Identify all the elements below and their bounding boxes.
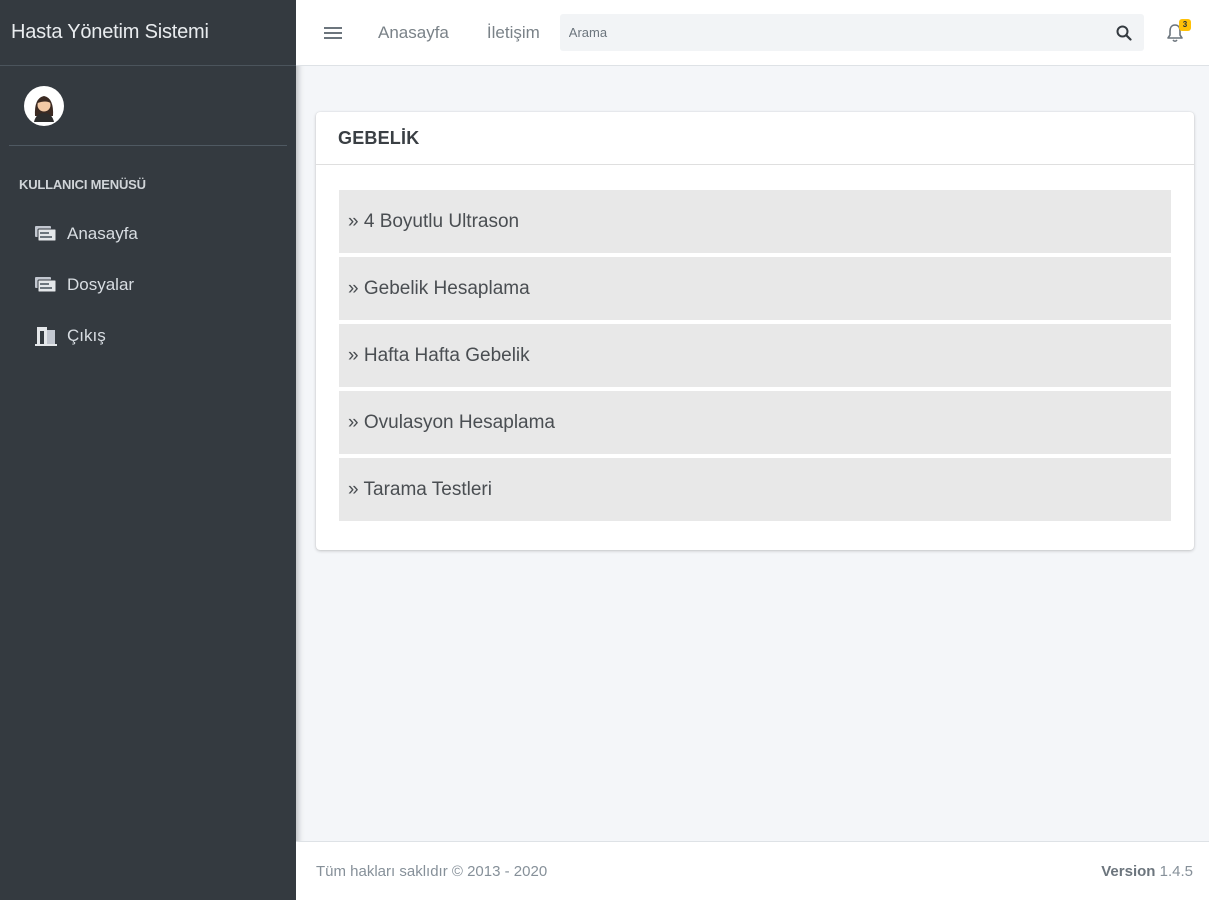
version-info: Version 1.4.5 — [1101, 863, 1193, 880]
copyright-text: Tüm hakları saklıdır © 2013 - 2020 — [316, 862, 548, 880]
notification-badge: 3 — [1179, 19, 1191, 31]
list-item-label: » Tarama Testleri — [348, 478, 492, 500]
list-item[interactable]: » Gebelik Hesaplama — [339, 257, 1171, 320]
avatar[interactable] — [24, 85, 64, 126]
sidebar-item-cikis[interactable]: Çıkış — [0, 310, 296, 361]
user-panel — [9, 66, 287, 146]
sidebar-item-label: Dosyalar — [67, 274, 135, 294]
search-input[interactable] — [559, 14, 1104, 51]
sidebar-item-dosyalar[interactable]: Dosyalar — [0, 259, 296, 310]
nav-link-iletisim[interactable]: İletişim — [487, 23, 540, 43]
door-exit-icon — [33, 325, 59, 347]
sidebar: Hasta Yönetim Sistemi KULLANICI MENÜSÜ A… — [0, 0, 296, 900]
menu-toggle-icon[interactable] — [324, 24, 342, 42]
sidebar-item-anasayfa[interactable]: Anasayfa — [0, 208, 296, 259]
content-card: GEBELİK » 4 Boyutlu Ultrason » Gebelik H… — [316, 112, 1194, 550]
search-button[interactable] — [1104, 14, 1144, 51]
footer: Tüm hakları saklıdır © 2013 - 2020 Versi… — [296, 841, 1209, 900]
search-box — [559, 14, 1144, 51]
card-title: GEBELİK — [338, 127, 420, 148]
list-item[interactable]: » Ovulasyon Hesaplama — [339, 391, 1171, 454]
list-item[interactable]: » Hafta Hafta Gebelik — [339, 324, 1171, 387]
version-label: Version — [1101, 862, 1156, 880]
sidebar-nav: Anasayfa Dosyalar Çıkış — [0, 208, 296, 361]
notifications-button[interactable]: 3 — [1166, 19, 1191, 45]
top-navbar: Anasayfa İletişim 3 — [296, 0, 1209, 66]
card-body: » 4 Boyutlu Ultrason » Gebelik Hesaplama… — [316, 165, 1194, 521]
list-item-label: » 4 Boyutlu Ultrason — [348, 210, 520, 232]
folders-icon — [33, 223, 59, 245]
search-icon — [1116, 25, 1132, 41]
sidebar-item-label: Çıkış — [67, 325, 106, 345]
list-item[interactable]: » Tarama Testleri — [339, 458, 1171, 521]
version-number: 1.4.5 — [1159, 862, 1193, 880]
brand-link[interactable]: Hasta Yönetim Sistemi — [0, 0, 296, 66]
nav-header: KULLANICI MENÜSÜ — [19, 177, 146, 192]
card-header: GEBELİK — [316, 112, 1194, 165]
user-avatar-icon — [25, 86, 63, 125]
list-item-label: » Ovulasyon Hesaplama — [348, 411, 555, 433]
brand-title: Hasta Yönetim Sistemi — [11, 21, 209, 43]
nav-link-anasayfa[interactable]: Anasayfa — [378, 23, 449, 43]
list-item[interactable]: » 4 Boyutlu Ultrason — [339, 190, 1171, 253]
folders-icon — [33, 274, 59, 296]
list-item-label: » Gebelik Hesaplama — [348, 277, 530, 299]
list-item-label: » Hafta Hafta Gebelik — [348, 344, 530, 366]
sidebar-item-label: Anasayfa — [67, 223, 138, 243]
